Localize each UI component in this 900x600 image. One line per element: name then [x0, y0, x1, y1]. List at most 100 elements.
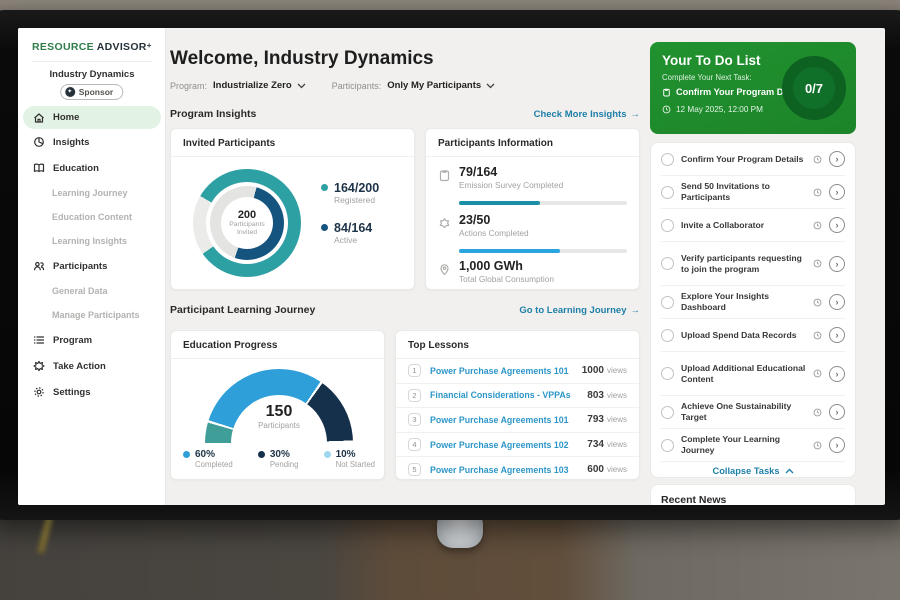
participants-filter-select[interactable]: Only My Participants [387, 80, 495, 91]
todo-go-button[interactable]: › [829, 437, 845, 453]
completed-dot [183, 451, 190, 458]
collapse-tasks-link[interactable]: Collapse Tasks [661, 462, 845, 479]
todo-checkbox[interactable] [661, 219, 674, 232]
lesson-link[interactable]: Power Purchase Agreements 101 [430, 415, 587, 425]
todo-item[interactable]: Invite a Collaborator › [661, 209, 845, 242]
sidebar-item-insights[interactable]: Insights [18, 129, 166, 155]
go-to-learning-journey-link[interactable]: Go to Learning Journey → [519, 305, 640, 316]
todo-item[interactable]: Send 50 Invitations to Participants› [661, 176, 845, 209]
sidebar-item-learning-insights[interactable]: Learning Insights [18, 229, 166, 253]
clock-icon [813, 188, 822, 197]
todo-checkbox[interactable] [661, 367, 674, 380]
todo-next-time: 12 May 2025, 12:00 PM [662, 105, 763, 114]
todo-go-button[interactable]: › [829, 184, 845, 200]
todo-checkbox[interactable] [661, 257, 674, 270]
lesson-link[interactable]: Power Purchase Agreements 103 [430, 465, 587, 475]
todo-item[interactable]: Confirm Your Program Details› [661, 143, 845, 176]
lesson-views-suffix: views [607, 465, 627, 474]
donut-legend: 164/200 Registered 84/164 Active [321, 181, 379, 245]
clock-icon [813, 331, 822, 340]
app-logo: RESOURCE ADVISOR+ [32, 41, 152, 53]
todo-checkbox[interactable] [661, 439, 674, 452]
sidebar-item-settings[interactable]: Settings [18, 379, 166, 405]
sidebar-item-label: Education [53, 163, 99, 174]
chevron-down-icon [297, 83, 306, 89]
sidebar-item-education-content[interactable]: Education Content [18, 205, 166, 229]
invited-participants-card: Invited Participants 200 Participants In… [170, 128, 415, 290]
top-lessons-card: Top Lessons 1 Power Purchase Agreements … [395, 330, 640, 480]
clock-icon [813, 408, 822, 417]
sidebar-item-label: Home [53, 112, 79, 123]
logo-advisor: ADVISOR [97, 41, 147, 53]
todo-go-button[interactable]: › [829, 256, 845, 272]
lesson-link[interactable]: Power Purchase Agreements 102 [430, 440, 587, 450]
learning-journey-bar: Participant Learning Journey Go to Learn… [170, 304, 640, 316]
filters-row: Program: Industrialize Zero Participants… [170, 80, 495, 91]
sidebar-item-participants[interactable]: Participants [18, 253, 166, 279]
sidebar-item-take-action[interactable]: Take Action [18, 353, 166, 379]
sponsor-label: Sponsor [79, 87, 113, 97]
lesson-views-suffix: views [607, 366, 627, 375]
todo-go-button[interactable]: › [829, 217, 845, 233]
lesson-row[interactable]: 1 Power Purchase Agreements 101 1000 vie… [396, 359, 639, 384]
todo-go-button[interactable]: › [829, 366, 845, 382]
todo-item[interactable]: Upload Additional Educational Content › [661, 352, 845, 396]
lesson-link[interactable]: Power Purchase Agreements 101 [430, 366, 582, 376]
consumption-value: 1,000 GWh [459, 259, 554, 273]
sidebar-item-program[interactable]: Program [18, 327, 166, 353]
todo-item[interactable]: Achieve One Sustainability Target› [661, 396, 845, 429]
participants-info-title: Participants Information [426, 129, 639, 157]
sidebar-item-manage-participants[interactable]: Manage Participants [18, 303, 166, 327]
sponsor-badge[interactable]: ✦ Sponsor [60, 84, 123, 100]
todo-item[interactable]: Upload Spend Data Records› [661, 319, 845, 352]
sidebar-item-learning-journey[interactable]: Learning Journey [18, 181, 166, 205]
check-more-insights-link[interactable]: Check More Insights → [534, 109, 640, 120]
program-insights-bar: Program Insights Check More Insights → [170, 108, 640, 120]
todo-item[interactable]: Explore Your Insights Dashboard› [661, 286, 845, 319]
clock-icon [813, 369, 822, 378]
lesson-row[interactable]: 2 Financial Considerations - VPPAs 803 v… [396, 384, 639, 409]
actions-completed-bar [459, 249, 627, 253]
todo-item-label: Upload Additional Educational Content [681, 363, 806, 384]
todo-go-button[interactable]: › [829, 404, 845, 420]
arrow-right-icon: → [631, 305, 641, 316]
todo-checkbox[interactable] [661, 296, 674, 309]
divider [32, 61, 152, 62]
todo-item-label: Invite a Collaborator [681, 220, 806, 231]
active-value: 84/164 [334, 221, 372, 235]
sidebar-item-label: Participants [53, 261, 107, 272]
monitor-bezel: RESOURCE ADVISOR+ Industry Dynamics ✦ Sp… [0, 10, 900, 520]
sidebar-item-education[interactable]: Education [18, 155, 166, 181]
clipboard-icon [438, 169, 451, 182]
sidebar-item-home[interactable]: Home [23, 106, 161, 129]
recent-news-title: Recent News [651, 485, 855, 505]
lesson-link[interactable]: Financial Considerations - VPPAs [430, 390, 587, 400]
todo-checkbox[interactable] [661, 329, 674, 342]
lesson-row[interactable]: 5 Power Purchase Agreements 103 600 view… [396, 457, 639, 482]
todo-item[interactable]: Verify participants requesting to join t… [661, 242, 845, 286]
legend-not-started: 10% Not Started [324, 449, 375, 469]
todo-item[interactable]: Complete Your Learning Journey› [661, 429, 845, 462]
program-filter-label: Program: [170, 81, 207, 91]
clock-icon [813, 259, 822, 268]
todo-go-button[interactable]: › [829, 151, 845, 167]
todo-checkbox[interactable] [661, 153, 674, 166]
sidebar-item-general-data[interactable]: General Data [18, 279, 166, 303]
lesson-row[interactable]: 4 Power Purchase Agreements 102 734 view… [396, 433, 639, 458]
insights-icon [32, 136, 45, 149]
participants-filter-label: Participants: [332, 81, 382, 91]
todo-checkbox[interactable] [661, 406, 674, 419]
lesson-row[interactable]: 3 Power Purchase Agreements 101 793 view… [396, 408, 639, 433]
todo-go-button[interactable]: › [829, 294, 845, 310]
sidebar: RESOURCE ADVISOR+ Industry Dynamics ✦ Sp… [18, 28, 166, 505]
donut-center-label: Participants Invited [221, 221, 273, 238]
legend-pending: 30% Pending [258, 449, 299, 469]
logo-plus: + [147, 41, 152, 50]
program-filter-select[interactable]: Industrialize Zero [213, 80, 306, 91]
legend-completed: 60% Completed [183, 449, 233, 469]
todo-go-button[interactable]: › [829, 327, 845, 343]
go-to-learning-journey-label: Go to Learning Journey [519, 305, 626, 316]
check-more-insights-label: Check More Insights [534, 109, 627, 120]
todo-checkbox[interactable] [661, 186, 674, 199]
actions-completed-value: 23/50 [459, 213, 529, 227]
